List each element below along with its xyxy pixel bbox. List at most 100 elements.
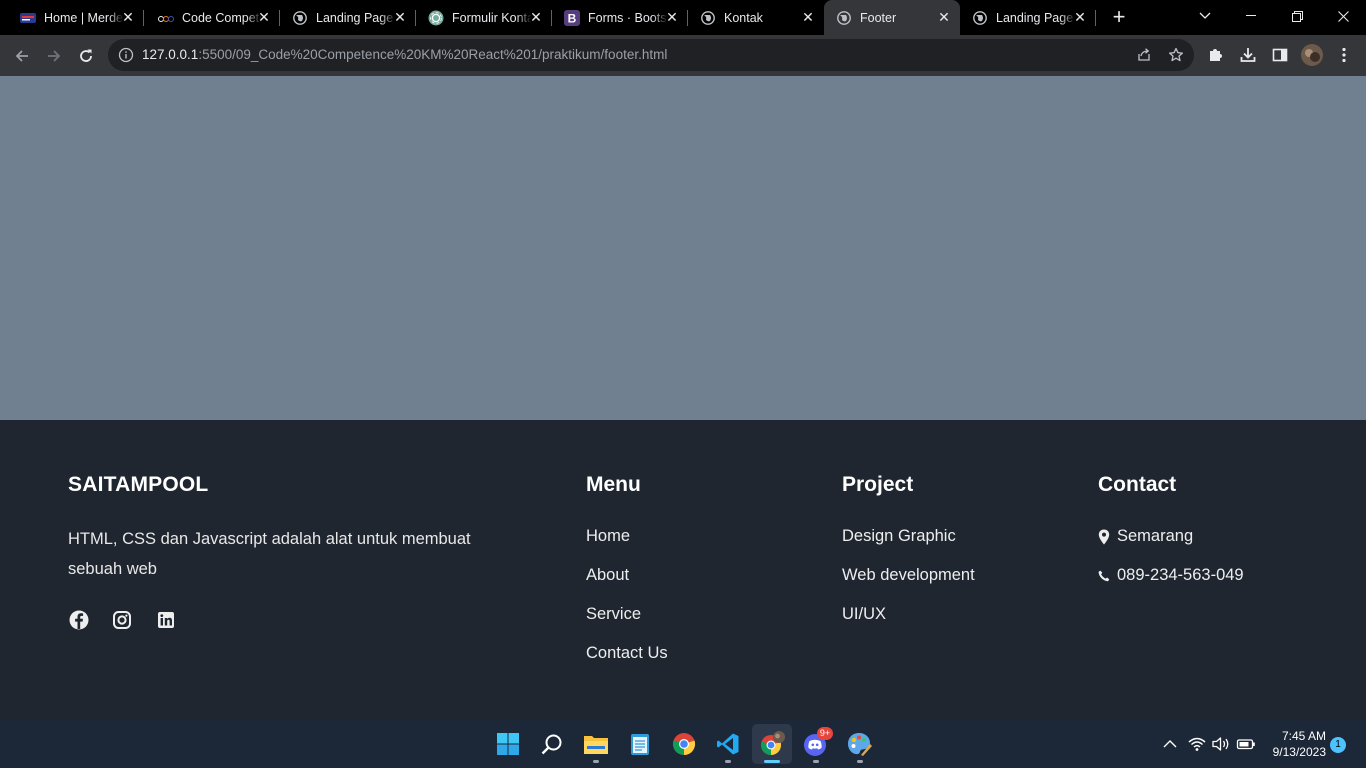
kebab-menu-icon[interactable] bbox=[1335, 46, 1353, 64]
chrome-profile-app[interactable] bbox=[752, 724, 792, 764]
folder-icon bbox=[584, 736, 608, 754]
linkedin-icon[interactable] bbox=[155, 609, 177, 631]
battery-icon[interactable] bbox=[1236, 734, 1256, 754]
search-button[interactable] bbox=[532, 724, 572, 764]
running-indicator bbox=[725, 760, 731, 763]
hero-section bbox=[0, 76, 1366, 420]
tab-title: Code Competence bbox=[182, 10, 262, 25]
close-icon[interactable]: ✕ bbox=[800, 9, 816, 25]
browser-tab-strip: Home | Merdeka ✕ Code Competence ✕ Landi… bbox=[0, 0, 1366, 35]
arrow-right-icon bbox=[48, 50, 61, 62]
tab-title: Home | Merdeka bbox=[44, 10, 124, 25]
minimize-icon bbox=[1246, 15, 1256, 16]
tab-search-button[interactable] bbox=[1182, 0, 1228, 32]
tab-formulir-kontak[interactable]: Formulir Kontak ✕ bbox=[416, 0, 552, 35]
menu-link-contact-us[interactable]: Contact Us bbox=[586, 644, 668, 663]
project-link-ui-ux[interactable]: UI/UX bbox=[842, 605, 886, 624]
alterra-favicon-icon bbox=[158, 10, 174, 26]
tab-home-merdeka[interactable]: Home | Merdeka ✕ bbox=[0, 0, 144, 35]
bookmark-star-icon[interactable] bbox=[1168, 47, 1184, 63]
close-icon bbox=[1337, 10, 1349, 22]
clock-date: 9/13/2023 bbox=[1272, 745, 1326, 759]
chrome-app[interactable] bbox=[664, 724, 704, 764]
globe-icon bbox=[972, 10, 988, 26]
tab-footer-active[interactable]: Footer ✕ bbox=[824, 0, 960, 35]
facebook-icon[interactable] bbox=[68, 609, 90, 631]
volume-icon[interactable] bbox=[1211, 734, 1231, 754]
globe-icon bbox=[700, 10, 716, 26]
chevron-up-icon[interactable] bbox=[1160, 734, 1180, 754]
address-bar[interactable]: 127.0.0.1:5500/09_Code%20Competence%20KM… bbox=[108, 39, 1194, 71]
reload-button[interactable] bbox=[73, 43, 99, 69]
close-icon[interactable]: ✕ bbox=[936, 9, 952, 25]
windows-logo-icon bbox=[497, 733, 519, 755]
taskbar-clock[interactable]: 7:45 AM 9/13/2023 bbox=[1262, 728, 1326, 760]
file-explorer-app[interactable] bbox=[576, 724, 616, 764]
project-link-design-graphic[interactable]: Design Graphic bbox=[842, 527, 956, 546]
globe-icon bbox=[292, 10, 308, 26]
search-icon bbox=[541, 734, 562, 755]
contact-phone: 089-234-563-049 bbox=[1098, 566, 1244, 585]
close-window-button[interactable] bbox=[1320, 0, 1366, 32]
chatgpt-favicon-icon bbox=[428, 10, 444, 26]
side-panel-icon[interactable] bbox=[1271, 46, 1289, 64]
map-pin-icon bbox=[1098, 529, 1110, 544]
instagram-icon[interactable] bbox=[111, 609, 133, 631]
tab-landing-page-2[interactable]: Landing Page ✕ bbox=[960, 0, 1096, 35]
footer-brand: SAITAMPOOL bbox=[68, 473, 209, 496]
close-icon[interactable]: ✕ bbox=[392, 9, 408, 25]
back-button[interactable] bbox=[9, 43, 35, 69]
notepad-app[interactable] bbox=[620, 724, 660, 764]
arrow-left-icon bbox=[15, 50, 28, 62]
phone-icon bbox=[1098, 570, 1110, 581]
close-icon[interactable]: ✕ bbox=[664, 9, 680, 25]
vscode-app[interactable] bbox=[708, 724, 748, 764]
close-icon[interactable]: ✕ bbox=[256, 9, 272, 25]
extensions-puzzle-icon[interactable] bbox=[1207, 46, 1225, 64]
minimize-button[interactable] bbox=[1228, 0, 1274, 32]
url-host: 127.0.0.1 bbox=[142, 47, 199, 62]
vscode-icon bbox=[717, 733, 739, 755]
notepad-icon bbox=[631, 734, 649, 755]
wifi-icon[interactable] bbox=[1187, 734, 1207, 754]
chrome-profile-icon bbox=[760, 731, 785, 756]
menu-link-service[interactable]: Service bbox=[586, 605, 641, 624]
url-text[interactable]: 127.0.0.1:5500/09_Code%20Competence%20KM… bbox=[142, 47, 667, 62]
project-heading: Project bbox=[842, 473, 914, 496]
profile-avatar[interactable] bbox=[1301, 44, 1323, 66]
close-icon[interactable]: ✕ bbox=[528, 9, 544, 25]
tab-title: Formulir Kontak bbox=[452, 10, 532, 25]
globe-icon bbox=[836, 10, 852, 26]
running-indicator bbox=[813, 760, 819, 763]
menu-link-about[interactable]: About bbox=[586, 566, 629, 585]
chrome-icon bbox=[672, 733, 696, 756]
tab-title: Footer bbox=[860, 10, 897, 25]
browser-toolbar: 127.0.0.1:5500/09_Code%20Competence%20KM… bbox=[0, 35, 1366, 76]
tab-code-competence[interactable]: Code Competence ✕ bbox=[144, 0, 280, 35]
close-icon[interactable]: ✕ bbox=[120, 9, 136, 25]
page-viewport: SAITAMPOOL HTML, CSS dan Javascript adal… bbox=[0, 76, 1366, 720]
restore-button[interactable] bbox=[1274, 0, 1320, 32]
start-button[interactable] bbox=[488, 724, 528, 764]
notification-badge[interactable]: 1 bbox=[1330, 737, 1346, 753]
download-icon[interactable] bbox=[1239, 46, 1257, 64]
contact-location-text: Semarang bbox=[1117, 527, 1194, 545]
restore-icon bbox=[1291, 10, 1303, 22]
info-icon[interactable] bbox=[118, 47, 134, 63]
bootstrap-favicon-icon: B bbox=[564, 9, 580, 26]
forward-button[interactable] bbox=[41, 43, 67, 69]
menu-link-home[interactable]: Home bbox=[586, 527, 630, 546]
tab-title: Landing Page bbox=[316, 10, 394, 25]
share-icon[interactable] bbox=[1136, 47, 1152, 63]
project-link-web-development[interactable]: Web development bbox=[842, 566, 975, 585]
discord-app[interactable]: 9+ bbox=[796, 724, 836, 764]
close-icon[interactable]: ✕ bbox=[1072, 9, 1088, 25]
tab-forms-bootstrap[interactable]: B Forms · Bootstrap ✕ bbox=[552, 0, 688, 35]
paint-app[interactable] bbox=[840, 724, 880, 764]
running-indicator bbox=[764, 760, 780, 763]
new-tab-button[interactable]: + bbox=[1108, 6, 1130, 28]
contact-heading: Contact bbox=[1098, 473, 1177, 496]
footer-about-text: HTML, CSS dan Javascript adalah alat unt… bbox=[68, 530, 471, 578]
tab-kontak[interactable]: Kontak ✕ bbox=[688, 0, 824, 35]
tab-landing-page[interactable]: Landing Page ✕ bbox=[280, 0, 416, 35]
